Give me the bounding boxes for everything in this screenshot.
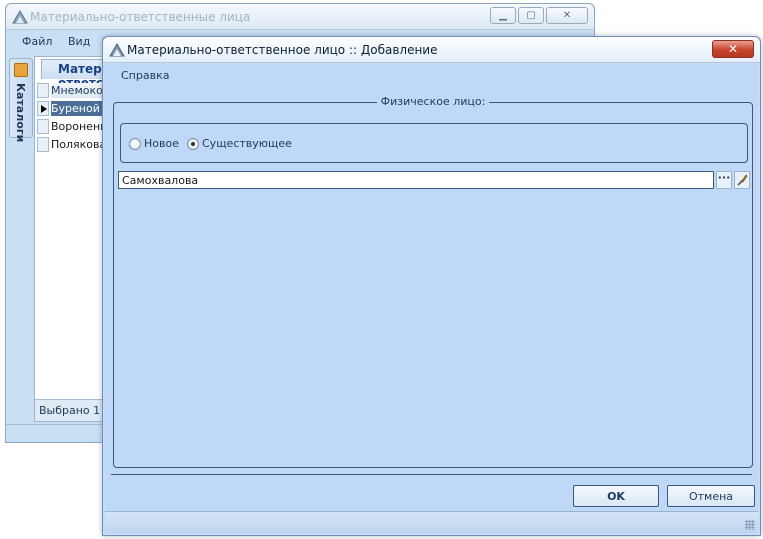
clear-field-icon [737,174,748,186]
resize-grip-icon[interactable] [745,520,755,530]
app-logo-icon [12,10,28,24]
row-selector[interactable] [37,101,49,116]
dialog-title: Материально-ответственное лицо :: Добавл… [127,43,438,57]
dialog-close-button[interactable]: ✕ [712,40,754,58]
maximize-button[interactable]: ▢ [518,7,544,24]
radio-new-label: Новое [144,137,179,150]
dialog-client-area: Справка Физическое лицо: Новое Существую… [105,64,758,533]
minimize-button[interactable]: ▁ [490,7,516,24]
person-mode-radio-group: Новое Существующее [120,123,748,163]
background-window-title: Материально-ответственные лица [30,10,251,24]
cancel-button[interactable]: Отмена [667,485,755,507]
close-icon: ✕ [562,10,572,21]
ok-button[interactable]: OK [573,485,659,507]
dialog-statusbar [105,511,758,533]
app-logo-icon [109,43,125,57]
radio-existing[interactable]: Существующее [187,137,292,150]
background-window-titlebar: Материально-ответственные лица ▁ ▢ ✕ [6,4,594,30]
row-selector[interactable] [37,137,49,152]
close-icon: ✕ [727,42,739,56]
maximize-icon: ▢ [526,10,536,21]
catalog-tab-label: Каталоги [14,83,27,143]
person-input[interactable] [118,171,714,189]
close-button[interactable]: ✕ [546,7,588,24]
person-lookup: ··· [118,171,750,189]
add-person-dialog: Материально-ответственное лицо :: Добавл… [102,36,761,536]
catalog-icon [14,63,28,77]
row-selector[interactable] [37,119,49,134]
radio-existing-label: Существующее [202,137,292,150]
button-separator [111,474,752,475]
menu-file[interactable]: Файл [22,35,52,48]
menu-view[interactable]: Вид [68,35,90,48]
radio-new-indicator[interactable] [129,137,141,150]
browse-button[interactable]: ··· [716,171,732,189]
menu-help[interactable]: Справка [121,69,169,82]
radio-new[interactable]: Новое [129,137,179,150]
dialog-titlebar[interactable]: Материально-ответственное лицо :: Добавл… [103,37,760,63]
ellipsis-icon: ··· [717,171,731,184]
catalog-side-tab[interactable]: Каталоги [9,58,33,142]
minimize-icon: ▁ [499,10,507,21]
clear-button[interactable] [734,171,750,189]
radio-existing-indicator[interactable] [187,137,199,150]
group-title: Физическое лицо: [376,95,490,108]
physical-person-group: Физическое лицо: Новое Существующее ··· [113,95,753,468]
